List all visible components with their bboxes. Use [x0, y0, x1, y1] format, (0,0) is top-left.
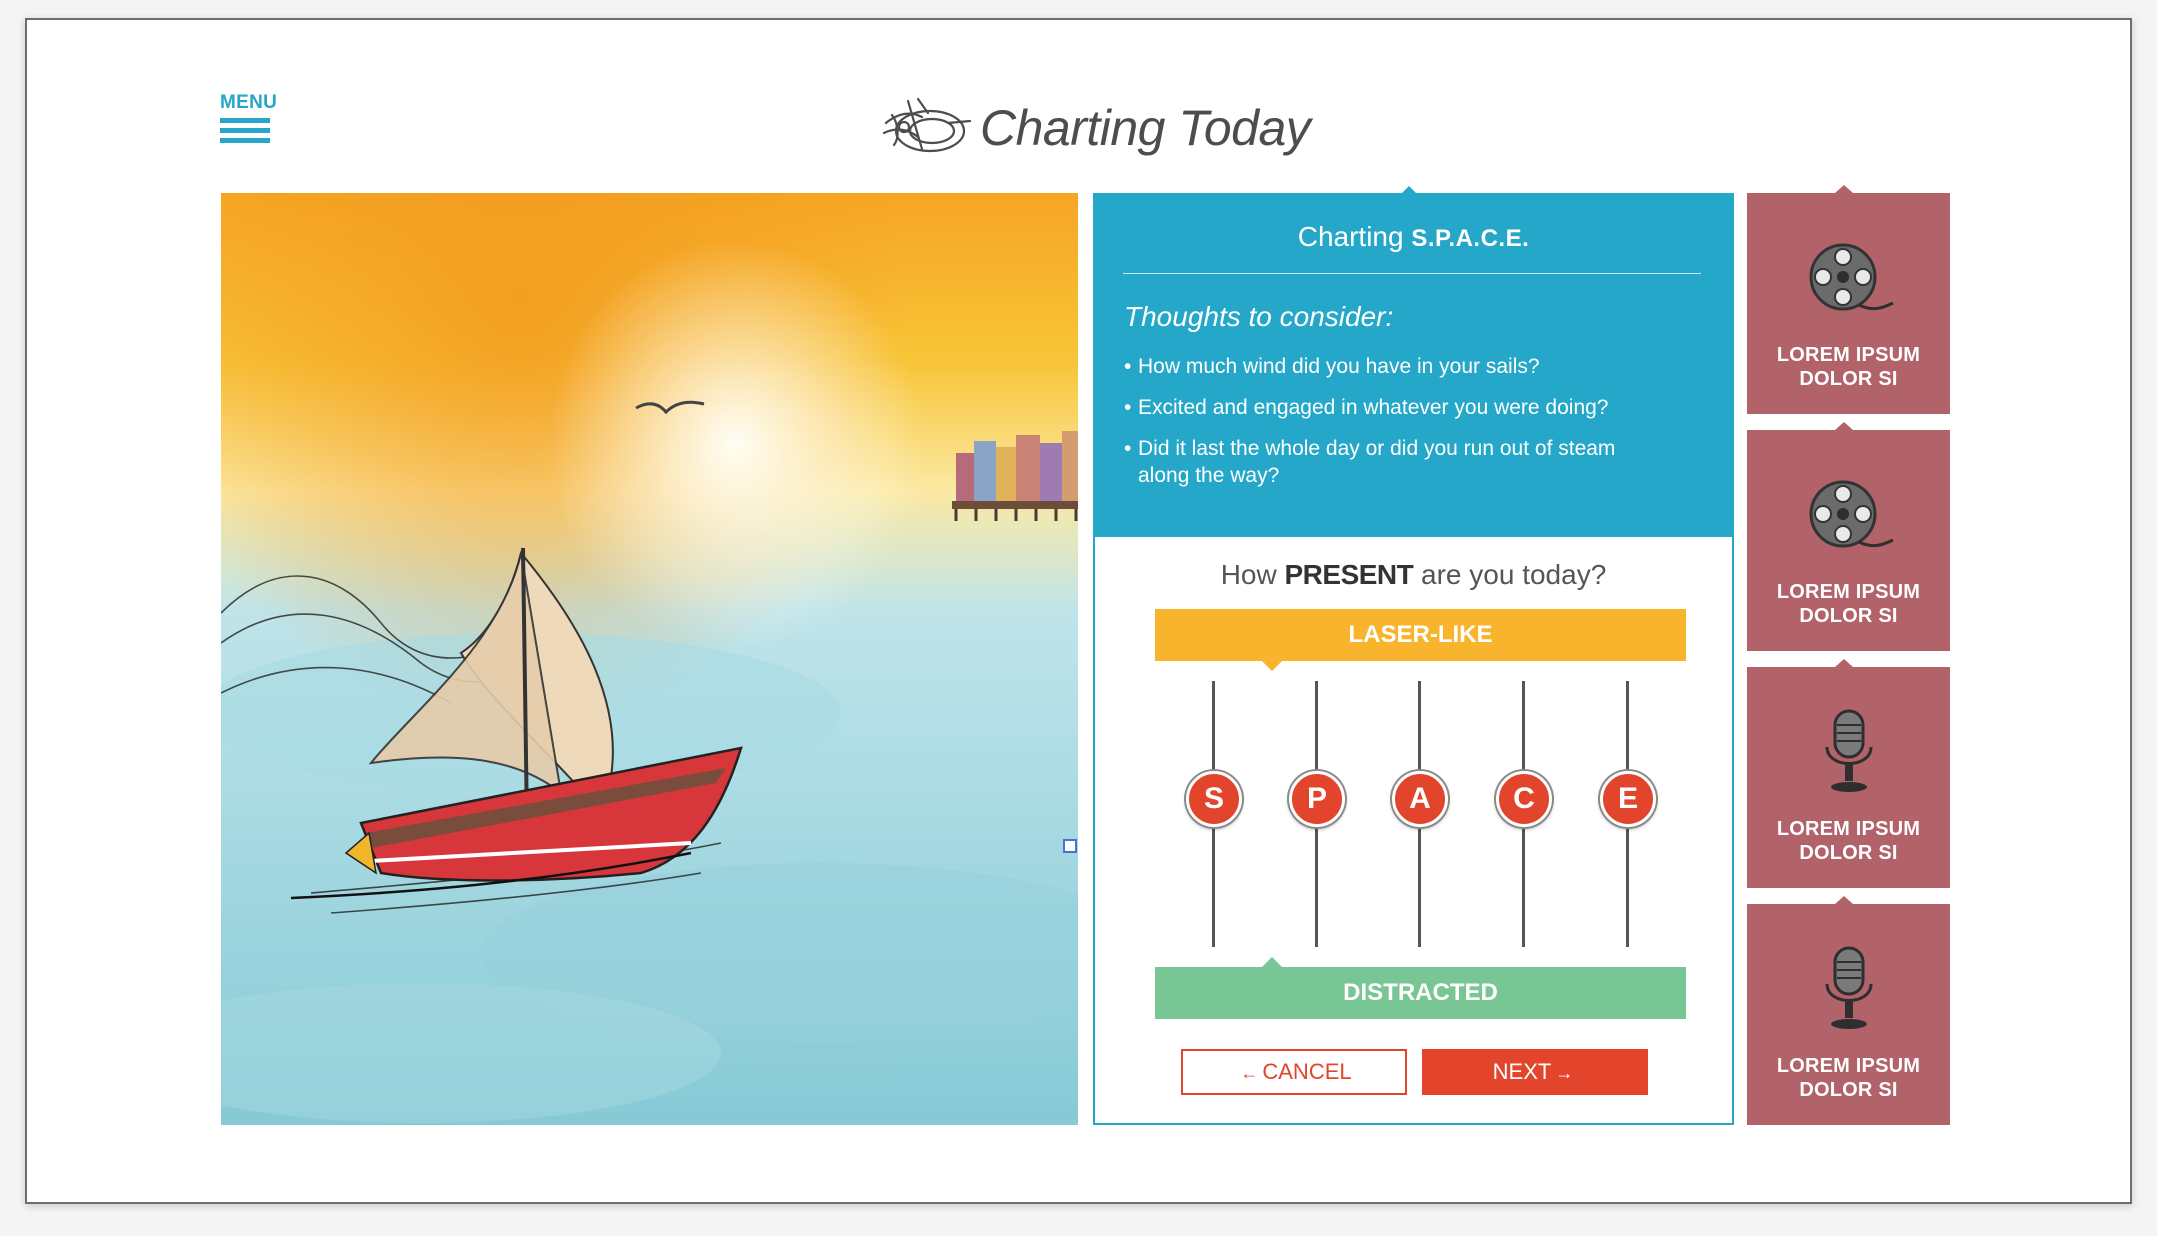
film-reel-icon: [1809, 480, 1894, 548]
distracted-label: DISTRACTED: [1155, 957, 1686, 1019]
sailboat-illustration: [221, 193, 1078, 1125]
card-label: LOREM IPSUM DOLOR SI: [1747, 1054, 1950, 1102]
card-notch: [1835, 422, 1853, 430]
card-notch: [1835, 896, 1853, 904]
cancel-label: CANCEL: [1262, 1059, 1352, 1084]
cancel-button[interactable]: ← CANCEL: [1181, 1049, 1407, 1095]
card-label: LOREM IPSUM DOLOR SI: [1747, 580, 1950, 628]
card-label-line2: DOLOR SI: [1799, 368, 1898, 390]
resize-handle[interactable]: [1063, 839, 1077, 853]
slider-panel: How PRESENT are you today? LASER-LIKE S …: [1093, 537, 1734, 1125]
question-prefix: How: [1220, 559, 1277, 590]
media-card-3[interactable]: LOREM IPSUM DOLOR SI: [1747, 659, 1950, 888]
thoughts-heading: Thoughts to consider:: [1124, 301, 1394, 332]
card-label-line1: LOREM IPSUM: [1776, 344, 1921, 366]
menu-label: MENU: [220, 92, 278, 113]
card-label-line1: LOREM IPSUM: [1776, 581, 1921, 603]
microphone-icon: [1825, 709, 1872, 792]
card-label-line2: DOLOR SI: [1799, 605, 1898, 627]
panel-title-prefix: Charting: [1297, 221, 1404, 252]
card-notch: [1835, 659, 1853, 667]
card-label: LOREM IPSUM DOLOR SI: [1747, 343, 1950, 391]
menu-button[interactable]: MENU: [220, 92, 278, 150]
hamburger-icon: [220, 118, 270, 143]
card-label: LOREM IPSUM DOLOR SI: [1747, 817, 1950, 865]
info-panel: Charting S.P.A.C.E. Thoughts to consider…: [1093, 193, 1734, 537]
question-text: How PRESENT are you today?: [1095, 559, 1732, 591]
media-card-4[interactable]: LOREM IPSUM DOLOR SI: [1747, 896, 1950, 1125]
back-arrow-icon: ←: [1240, 1063, 1259, 1083]
list-item: Did it last the whole day or did you run…: [1124, 435, 1624, 489]
media-card-2[interactable]: LOREM IPSUM DOLOR SI: [1747, 422, 1950, 651]
question-suffix: are you today?: [1421, 559, 1607, 590]
next-button[interactable]: NEXT →: [1422, 1049, 1648, 1095]
card-label-line1: LOREM IPSUM: [1776, 1055, 1921, 1077]
list-item: Excited and engaged in whatever you were…: [1124, 394, 1624, 421]
panel-title-bold: S.P.A.C.E.: [1411, 225, 1530, 252]
list-item: How much wind did you have in your sails…: [1124, 353, 1624, 380]
slider-knob-a[interactable]: A: [1392, 771, 1448, 827]
brand-title: Charting Today: [980, 100, 1311, 156]
card-notch: [1835, 185, 1853, 193]
laser-like-label: LASER-LIKE: [1155, 609, 1686, 671]
media-card-1[interactable]: LOREM IPSUM DOLOR SI: [1747, 185, 1950, 414]
slider-knob-p[interactable]: P: [1289, 771, 1345, 827]
panel-title: Charting S.P.A.C.E.: [1093, 221, 1734, 253]
film-reel-icon: [1809, 243, 1894, 311]
forward-arrow-icon: →: [1555, 1063, 1574, 1083]
question-bold: PRESENT: [1284, 559, 1414, 590]
card-label-line2: DOLOR SI: [1799, 842, 1898, 864]
thoughts-list: How much wind did you have in your sails…: [1124, 353, 1624, 503]
card-label-line1: LOREM IPSUM: [1776, 818, 1921, 840]
slider-knob-e[interactable]: E: [1600, 771, 1656, 827]
slider-knob-c[interactable]: C: [1496, 771, 1552, 827]
card-label-line2: DOLOR SI: [1799, 1079, 1898, 1101]
page-header: Charting Today: [878, 88, 1311, 168]
compass-logo-icon: [882, 97, 972, 153]
microphone-icon: [1825, 946, 1872, 1029]
panel-divider: [1123, 273, 1701, 274]
slider-knob-s[interactable]: S: [1186, 771, 1242, 827]
next-label: NEXT: [1492, 1059, 1552, 1084]
